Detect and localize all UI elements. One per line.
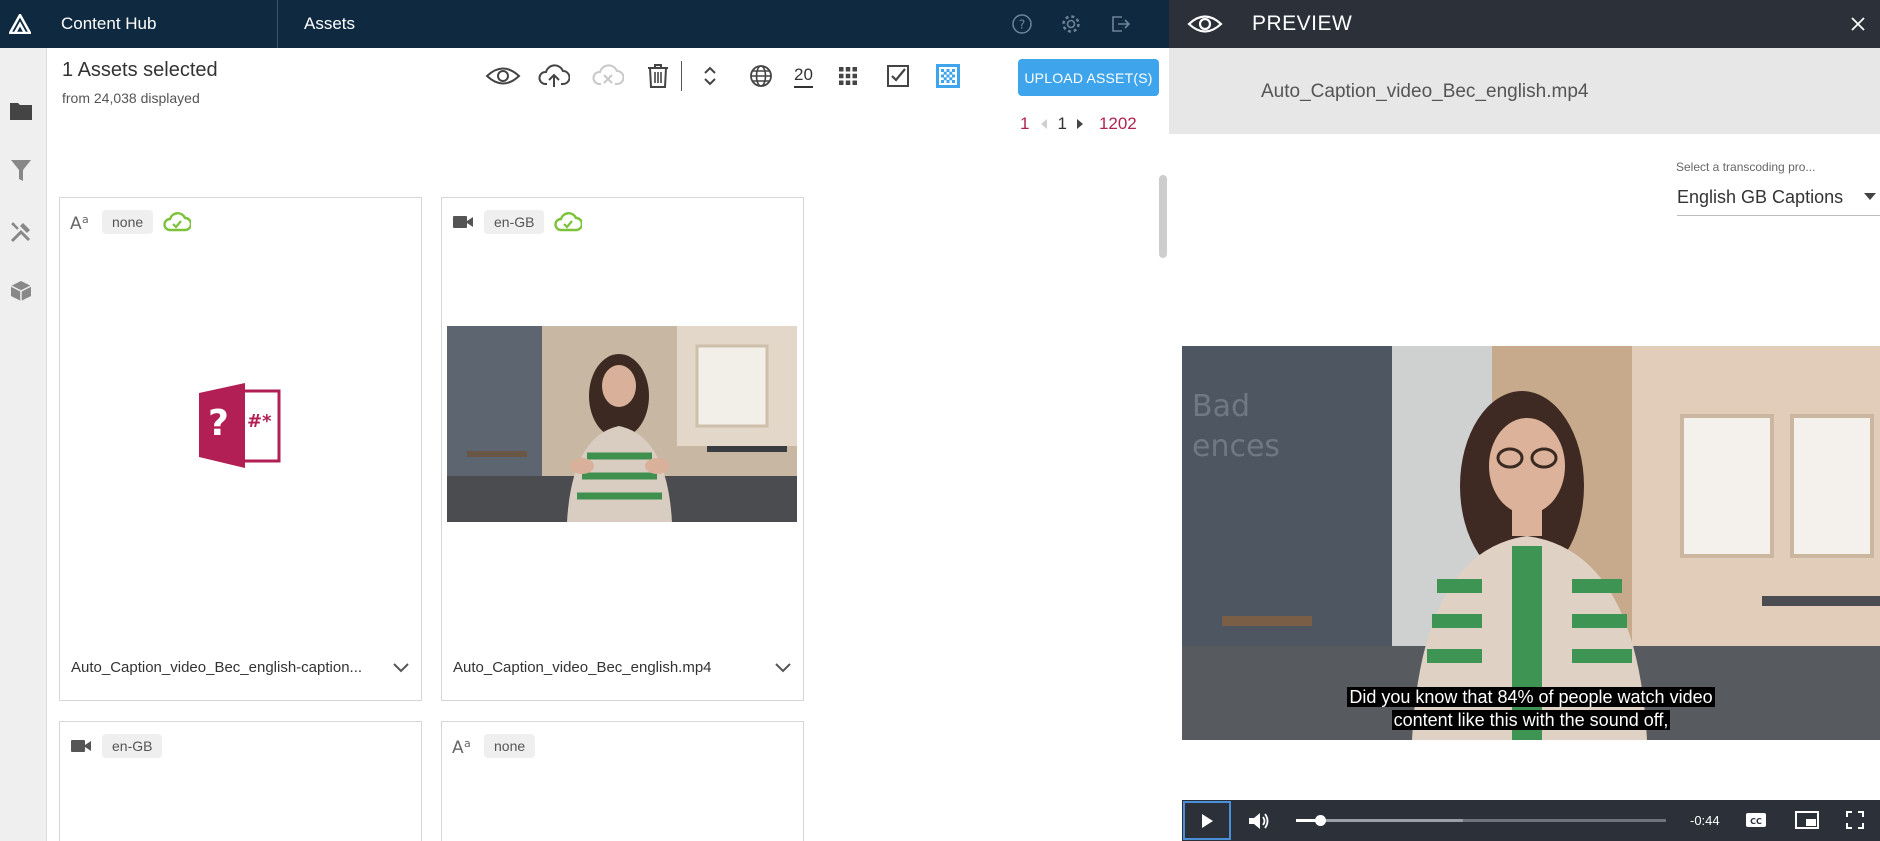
preview-file-name: Auto_Caption_video_Bec_english.mp4 [1261,81,1589,102]
pagination: 1 1 1202 [1020,113,1137,135]
upload-cloud-icon[interactable] [537,58,571,94]
app-root: Content Hub Assets ? 1 Assets selected f… [0,0,1880,841]
asset-card[interactable]: Aa none ? #* Auto_Caption_video_Bec_engl… [59,197,422,701]
text-format-icon: Aa [70,211,92,233]
tools-icon[interactable] [9,220,33,244]
preview-title: PREVIEW [1252,12,1353,35]
svg-text:Bad: Bad [1192,389,1250,424]
scrollbar-thumb[interactable] [1159,175,1167,258]
cloud-synced-icon [554,212,583,232]
card-header: en-GB [452,210,583,234]
svg-text:#*: #* [247,411,272,432]
closed-captions-icon[interactable]: CC [1745,811,1767,829]
language-badge: en-GB [484,210,545,234]
cloud-delete-icon [591,58,625,94]
selection-subtitle: from 24,038 displayed [62,90,200,106]
svg-text:CC: CC [1750,817,1762,826]
sort-icon[interactable] [700,58,720,94]
volume-icon[interactable] [1247,810,1271,832]
svg-text:A: A [452,738,464,756]
video-player[interactable]: Bad ences Did you know that 84% of peopl… [1182,346,1880,740]
pager-first-page[interactable]: 1 [1020,114,1029,134]
asset-card[interactable]: Aa none [441,721,804,841]
app-logo-icon[interactable] [0,0,40,48]
svg-text:a: a [82,213,89,226]
transcoding-label: Select a transcoding pro... [1676,160,1816,174]
close-icon[interactable] [1846,12,1870,36]
pager-prev-icon [1037,118,1051,130]
card-header: en-GB [70,734,163,758]
side-rail [0,48,47,841]
upload-assets-button[interactable]: UPLOAD ASSET(S) [1018,59,1159,96]
progress-handle[interactable] [1315,815,1327,826]
help-icon[interactable]: ? [1010,12,1034,36]
svg-text:ences: ences [1192,429,1280,464]
language-badge: en-GB [102,734,163,758]
video-camera-icon [70,735,92,757]
caption-line: Did you know that 84% of people watch vi… [1347,687,1715,707]
eye-icon [1187,12,1223,36]
app-title[interactable]: Content Hub [61,14,277,34]
svg-text:a: a [464,737,471,750]
asset-name[interactable]: Auto_Caption_video_Bec_english-caption..… [71,659,371,676]
dropdown-caret-icon[interactable] [1864,193,1876,200]
chevron-down-icon[interactable] [773,660,793,676]
asset-card[interactable]: en-GB [59,721,422,841]
page-size-selector[interactable]: 20 [794,58,813,94]
video-camera-icon [452,211,474,233]
select-pattern-icon[interactable] [935,58,961,94]
progress-bar[interactable] [1296,815,1666,826]
folder-icon[interactable] [9,99,33,123]
video-controls: -0:44 CC [1182,800,1880,841]
svg-text:A: A [70,214,82,232]
caption-line: content like this with the sound off, [1391,710,1671,730]
page-size-value[interactable]: 20 [794,65,813,88]
toolbar-divider [681,61,682,91]
language-badge: none [102,210,154,234]
video-frame: Bad ences [1182,346,1880,740]
unknown-file-icon: ? #* [199,383,281,468]
topbar-actions: ? [1010,0,1132,48]
video-thumbnail[interactable] [447,326,797,522]
preview-eye-icon[interactable] [483,58,523,94]
trash-icon[interactable] [645,58,671,94]
pager-current-page[interactable]: 1 [1057,114,1066,134]
grid-icon[interactable] [837,58,859,94]
pager-next-icon[interactable] [1073,118,1087,130]
preview-panel: PREVIEW Auto_Caption_video_Bec_english.m… [1169,0,1880,841]
preview-header: PREVIEW [1169,0,1880,48]
settings-icon[interactable] [1059,12,1083,36]
time-remaining: -0:44 [1690,813,1720,828]
topbar-divider [277,0,278,48]
transcoding-select[interactable]: English GB Captions [1677,180,1880,216]
package-icon[interactable] [9,279,33,303]
select-all-icon[interactable] [885,58,911,94]
video-captions: Did you know that 84% of people watch vi… [1182,686,1880,732]
cloud-synced-icon [163,212,192,232]
language-badge: none [484,734,536,758]
chevron-down-icon[interactable] [391,660,411,676]
play-icon[interactable] [1183,801,1231,840]
svg-text:?: ? [1019,18,1025,32]
svg-text:?: ? [208,403,229,444]
card-header: Aa none [70,210,192,234]
top-bar: Content Hub Assets ? [0,0,1169,48]
preview-file-banner: Auto_Caption_video_Bec_english.mp4 [1169,48,1880,134]
asset-toolbar: 20 [483,57,961,95]
section-title[interactable]: Assets [304,14,355,34]
selection-count: 1 Assets selected [62,59,218,81]
asset-card[interactable]: en-GB Auto_Caption_video_Bec_english.mp4 [441,197,804,701]
text-format-icon: Aa [452,735,474,757]
picture-in-picture-icon[interactable] [1795,811,1819,829]
globe-icon[interactable] [748,58,774,94]
filter-icon[interactable] [9,159,33,183]
card-header: Aa none [452,734,536,758]
transcoding-value[interactable]: English GB Captions [1677,187,1843,208]
asset-name[interactable]: Auto_Caption_video_Bec_english.mp4 [453,659,753,676]
pager-last-page[interactable]: 1202 [1099,114,1137,134]
fullscreen-icon[interactable] [1846,811,1864,829]
logout-icon[interactable] [1108,12,1132,36]
